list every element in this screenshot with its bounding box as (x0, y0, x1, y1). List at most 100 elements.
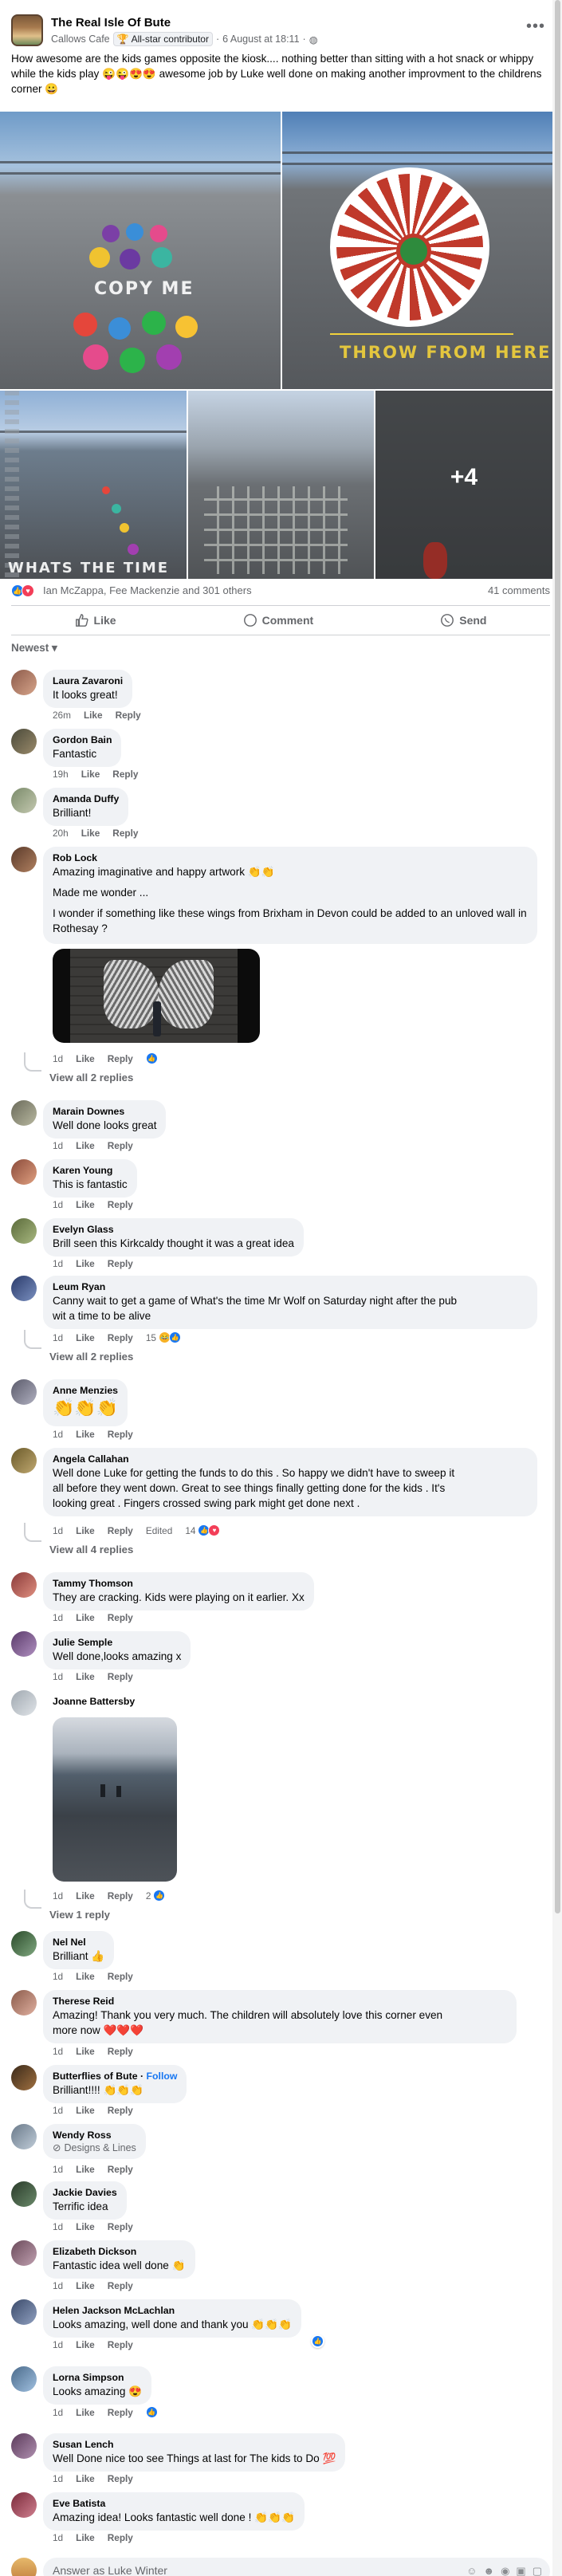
commenter-name[interactable]: Rob Lock (53, 851, 528, 864)
commenter-avatar[interactable] (11, 670, 37, 695)
comment-reply-button[interactable]: Reply (108, 2407, 133, 2418)
comment-time[interactable]: 1d (53, 1429, 63, 1440)
gif-icon[interactable]: ▣ (516, 2565, 525, 2576)
commenter-name[interactable]: Wendy Ross (53, 2129, 136, 2141)
comment-like-button[interactable]: Like (76, 1971, 95, 1982)
comment-like-button[interactable]: Like (76, 2280, 95, 2291)
comment-button[interactable]: Comment (243, 613, 313, 627)
commenter-name[interactable]: Lorna Simpson (53, 2371, 142, 2384)
view-replies-link[interactable]: View 1 reply (49, 1909, 110, 1921)
commenter-name[interactable]: Anne Menzies (53, 1384, 118, 1397)
comment-time[interactable]: 1d (53, 2046, 63, 2057)
comment-time[interactable]: 1d (53, 2407, 63, 2418)
affiliation-name[interactable]: Designs & Lines (64, 2142, 136, 2153)
comment-like-button[interactable]: Like (76, 2532, 95, 2543)
more-photos-count[interactable]: +4 (375, 464, 552, 491)
commenter-avatar[interactable] (11, 1276, 37, 1301)
commenter-avatar[interactable] (11, 1572, 37, 1598)
commenter-name[interactable]: Helen Jackson McLachlan (53, 2304, 292, 2317)
like-button[interactable]: Like (75, 613, 116, 627)
like-reaction-icon[interactable]: 👍 (311, 2334, 324, 2348)
like-reaction-icon[interactable]: 👍 (145, 2406, 158, 2418)
commenter-avatar[interactable] (11, 2433, 37, 2459)
comment-time[interactable]: 1d (53, 1890, 63, 1902)
camera-icon[interactable]: ◉ (501, 2565, 509, 2576)
comment-like-button[interactable]: Like (76, 2407, 95, 2418)
comment-time[interactable]: 1d (53, 2339, 63, 2350)
commenter-avatar[interactable] (11, 788, 37, 813)
commenter-name[interactable]: Eve Batista (53, 2497, 295, 2510)
commenter-avatar[interactable] (11, 2492, 37, 2518)
commenter-avatar[interactable] (11, 1100, 37, 1126)
commenter-avatar[interactable] (11, 1990, 37, 2016)
photo-whats-the-time[interactable]: WHATS THE TIME (0, 391, 187, 579)
emoji-icon[interactable]: ☻ (483, 2565, 494, 2576)
comment-like-button[interactable]: Like (76, 1671, 95, 1682)
commenter-name[interactable]: Gordon Bain (53, 733, 112, 746)
view-replies-link[interactable]: View all 2 replies (49, 1351, 133, 1363)
comment-like-button[interactable]: Like (84, 710, 103, 721)
comment-photo-wings[interactable] (53, 949, 260, 1043)
comment-like-button[interactable]: Like (76, 1525, 95, 1536)
commenter-avatar[interactable] (11, 847, 37, 872)
sticker-icon[interactable]: ☺ (466, 2565, 477, 2576)
view-replies-link[interactable]: View all 4 replies (49, 1544, 133, 1555)
commenter-name[interactable]: Evelyn Glass (53, 1223, 294, 1236)
comment-time[interactable]: 1d (53, 2473, 63, 2484)
post-date[interactable]: 6 August at 18:11 (222, 33, 299, 45)
comment-reply-button[interactable]: Reply (108, 1429, 133, 1440)
commenter-name[interactable]: Laura Zavaroni (53, 674, 123, 687)
photo-more[interactable]: +4 (375, 391, 552, 579)
comment-time[interactable]: 1d (53, 1525, 63, 1536)
commenter-avatar[interactable] (11, 1159, 37, 1185)
comment-reply-button[interactable]: Reply (108, 2046, 133, 2057)
current-user-avatar[interactable] (11, 2558, 37, 2576)
commenter-name-text[interactable]: Butterflies of Bute (53, 2071, 138, 2082)
reactors-text[interactable]: Ian McZappa, Fee Mackenzie and 301 other… (43, 584, 252, 596)
commenter-name[interactable]: Therese Reid (53, 1995, 507, 2008)
comment-reply-button[interactable]: Reply (108, 1671, 133, 1682)
reaction-count-chip[interactable]: 14 👍 ♥ (185, 1524, 221, 1536)
comment-reply-button[interactable]: Reply (108, 1258, 133, 1269)
photo-copy-me[interactable]: COPY ME (0, 112, 281, 389)
comment-like-button[interactable]: Like (76, 1332, 95, 1343)
commenter-avatar[interactable] (11, 1931, 37, 1957)
comment-input[interactable]: Answer as Luke Winter ☺ ☻ ◉ ▣ ▢ (43, 2558, 550, 2576)
comment-reply-button[interactable]: Reply (108, 2339, 133, 2350)
commenter-avatar[interactable] (11, 1218, 37, 1244)
comment-time[interactable]: 1d (53, 1671, 63, 1682)
comment-reply-button[interactable]: Reply (108, 1971, 133, 1982)
commenter-avatar[interactable] (11, 729, 37, 754)
comment-time[interactable]: 1d (53, 2532, 63, 2543)
commenter-name[interactable]: Joanne Battersby (53, 1695, 135, 1708)
comment-time[interactable]: 26m (53, 710, 71, 721)
group-name[interactable]: The Real Isle Of Bute (51, 16, 171, 29)
comment-time[interactable]: 1d (53, 1971, 63, 1982)
follow-button[interactable]: Follow (147, 2071, 178, 2082)
comment-time[interactable]: 20h (53, 828, 69, 839)
comment-reply-button[interactable]: Reply (108, 1053, 133, 1064)
commenter-avatar[interactable] (11, 2124, 37, 2149)
comment-reply-button[interactable]: Reply (108, 2105, 133, 2116)
comment-like-button[interactable]: Like (76, 1140, 95, 1151)
comment-like-button[interactable]: Like (76, 1429, 95, 1440)
comment-reply-button[interactable]: Reply (108, 2280, 133, 2291)
comment-time[interactable]: 1d (53, 1332, 63, 1343)
commenter-name[interactable]: Karen Young (53, 1164, 128, 1177)
commenter-name[interactable]: Angela Callahan (53, 1453, 528, 1465)
comment-sort-dropdown[interactable]: Newest ▾ (11, 642, 57, 655)
comment-reply-button[interactable]: Reply (112, 769, 138, 780)
sticker-pack-icon[interactable]: ▢ (533, 2565, 542, 2576)
comment-time[interactable]: 1d (53, 1199, 63, 1210)
commenter-avatar[interactable] (11, 2065, 37, 2090)
comment-reply-button[interactable]: Reply (108, 1525, 133, 1536)
comment-like-button[interactable]: Like (76, 1890, 95, 1902)
comment-reply-button[interactable]: Reply (108, 1199, 133, 1210)
comment-time[interactable]: 1d (53, 2280, 63, 2291)
commenter-avatar[interactable] (11, 1448, 37, 1473)
commenter-name[interactable]: Elizabeth Dickson (53, 2245, 186, 2258)
commenter-avatar[interactable] (11, 1690, 37, 1716)
comment-photo-beach[interactable] (53, 1717, 177, 1882)
commenter-avatar[interactable] (11, 1379, 37, 1405)
commenter-name[interactable]: Julie Semple (53, 1636, 181, 1649)
